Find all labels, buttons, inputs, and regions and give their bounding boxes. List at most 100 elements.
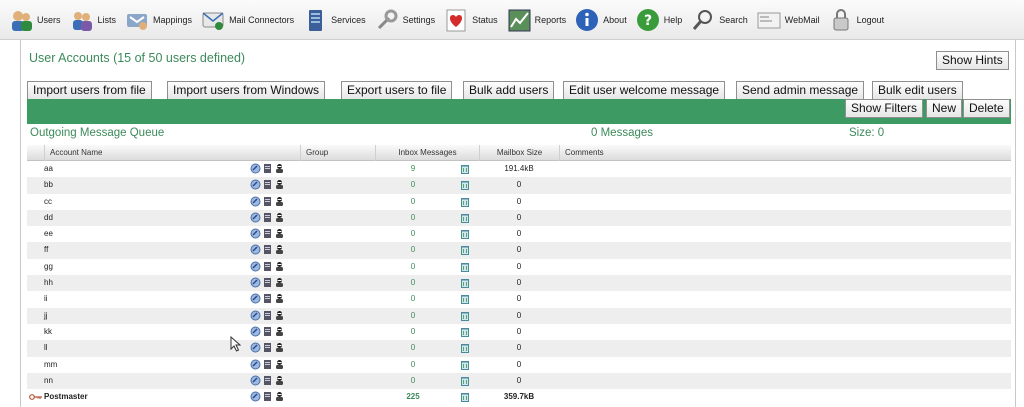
nav-mail-connectors[interactable]: Mail Connectors: [200, 0, 294, 40]
edit-user-icon[interactable]: [250, 391, 261, 402]
account-name[interactable]: aa: [44, 161, 53, 177]
inbox-message-count[interactable]: 0: [373, 210, 453, 226]
account-name[interactable]: kk: [44, 324, 52, 340]
show-hints-button[interactable]: Show Hints: [936, 51, 1009, 70]
edit-user-icon[interactable]: [250, 261, 261, 272]
account-name[interactable]: Postmaster: [44, 389, 88, 405]
edit-user-icon[interactable]: [250, 342, 261, 353]
clear-mailbox-icon[interactable]: [460, 360, 470, 370]
table-row[interactable]: dd 0 0: [27, 209, 1011, 227]
nav-settings[interactable]: Settings: [374, 0, 435, 40]
table-row[interactable]: ll 0 0: [27, 340, 1011, 357]
edit-user-icon[interactable]: [250, 244, 261, 255]
inbox-message-count[interactable]: 0: [373, 308, 453, 324]
user-options-icon[interactable]: [262, 163, 273, 174]
nav-help[interactable]: ? Help: [635, 0, 682, 40]
inbox-message-count[interactable]: 0: [373, 373, 453, 389]
clear-mailbox-icon[interactable]: [460, 392, 470, 403]
clear-mailbox-icon[interactable]: [460, 164, 470, 174]
account-name[interactable]: ff: [44, 242, 48, 258]
send-admin-message-button[interactable]: Send admin message: [736, 81, 865, 100]
account-name[interactable]: hh: [44, 275, 53, 291]
table-row[interactable]: ee 0 0: [27, 226, 1011, 242]
inbox-message-count[interactable]: 0: [373, 242, 453, 258]
table-row[interactable]: mm 0 0: [27, 357, 1011, 373]
inbox-message-count[interactable]: 0: [373, 291, 453, 307]
login-as-user-icon[interactable]: [274, 163, 285, 174]
account-name[interactable]: ii: [44, 291, 48, 307]
login-as-user-icon[interactable]: [274, 261, 285, 272]
header-comments[interactable]: Comments: [559, 145, 1011, 161]
edit-user-icon[interactable]: [250, 163, 261, 174]
clear-mailbox-icon[interactable]: [460, 294, 470, 305]
login-as-user-icon[interactable]: [274, 244, 285, 255]
nav-search[interactable]: Search: [690, 0, 748, 40]
edit-user-icon[interactable]: [250, 310, 261, 321]
new-button[interactable]: New: [926, 99, 963, 118]
account-name[interactable]: ee: [44, 226, 53, 242]
table-row[interactable]: aa 9 191.4kB: [27, 161, 1011, 177]
clear-mailbox-icon[interactable]: [460, 327, 470, 337]
edit-user-welcome-message-button[interactable]: Edit user welcome message: [563, 81, 726, 100]
login-as-user-icon[interactable]: [274, 228, 285, 239]
user-options-icon[interactable]: [262, 326, 273, 337]
login-as-user-icon[interactable]: [274, 342, 285, 353]
login-as-user-icon[interactable]: [274, 179, 285, 190]
clear-mailbox-icon[interactable]: [460, 180, 470, 191]
login-as-user-icon[interactable]: [274, 212, 285, 223]
clear-mailbox-icon[interactable]: [460, 311, 470, 321]
user-options-icon[interactable]: [262, 212, 273, 223]
bulk-add-users-button[interactable]: Bulk add users: [463, 81, 555, 100]
table-row[interactable]: Postmaster 225 359.7kB: [27, 389, 1011, 405]
login-as-user-icon[interactable]: [274, 277, 285, 288]
user-options-icon[interactable]: [262, 375, 273, 386]
clear-mailbox-icon[interactable]: [460, 262, 470, 272]
table-row[interactable]: jj 0 0: [27, 307, 1011, 324]
clear-mailbox-icon[interactable]: [460, 197, 470, 207]
user-options-icon[interactable]: [262, 293, 273, 304]
login-as-user-icon[interactable]: [274, 391, 285, 402]
clear-mailbox-icon[interactable]: [460, 245, 470, 256]
user-options-icon[interactable]: [262, 261, 273, 272]
inbox-message-count[interactable]: 0: [373, 324, 453, 340]
user-options-icon[interactable]: [262, 391, 273, 402]
nav-users[interactable]: Users: [8, 0, 61, 40]
table-row[interactable]: nn 0 0: [27, 372, 1011, 390]
clear-mailbox-icon[interactable]: [460, 278, 470, 289]
inbox-message-count[interactable]: 0: [373, 357, 453, 373]
header-group[interactable]: Group: [300, 145, 375, 161]
header-account-name[interactable]: Account Name: [44, 145, 102, 161]
user-options-icon[interactable]: [262, 244, 273, 255]
account-name[interactable]: jj: [44, 308, 48, 324]
user-options-icon[interactable]: [262, 310, 273, 321]
user-options-icon[interactable]: [262, 179, 273, 190]
user-options-icon[interactable]: [262, 228, 273, 239]
nav-status[interactable]: Status: [443, 0, 498, 40]
clear-mailbox-icon[interactable]: [460, 213, 470, 223]
bulk-edit-users-button[interactable]: Bulk edit users: [872, 81, 963, 100]
login-as-user-icon[interactable]: [274, 375, 285, 386]
inbox-message-count[interactable]: 0: [373, 177, 453, 193]
table-row[interactable]: gg 0 0: [27, 259, 1011, 275]
edit-user-icon[interactable]: [250, 277, 261, 288]
table-row[interactable]: cc 0 0: [27, 194, 1011, 210]
login-as-user-icon[interactable]: [274, 359, 285, 370]
inbox-message-count[interactable]: 0: [373, 226, 453, 242]
login-as-user-icon[interactable]: [274, 293, 285, 304]
import-users-from-windows-button[interactable]: Import users from Windows: [167, 81, 326, 100]
outgoing-queue-link[interactable]: Outgoing Message Queue: [30, 127, 164, 139]
account-name[interactable]: gg: [44, 259, 53, 275]
export-users-to-file-button[interactable]: Export users to file: [341, 81, 453, 100]
table-row[interactable]: kk 0 0: [27, 324, 1011, 340]
nav-reports[interactable]: Reports: [506, 0, 566, 40]
clear-mailbox-icon[interactable]: [460, 376, 470, 386]
edit-user-icon[interactable]: [250, 212, 261, 223]
inbox-message-count[interactable]: 0: [373, 340, 453, 356]
show-filters-button[interactable]: Show Filters: [845, 99, 924, 118]
header-mailbox-size[interactable]: Mailbox Size: [479, 145, 559, 161]
user-options-icon[interactable]: [262, 277, 273, 288]
clear-mailbox[interactable]: [460, 392, 470, 407]
nav-logout[interactable]: Logout: [828, 0, 884, 40]
table-row[interactable]: ii 0 0: [27, 291, 1011, 307]
inbox-message-count[interactable]: 0: [373, 275, 453, 291]
